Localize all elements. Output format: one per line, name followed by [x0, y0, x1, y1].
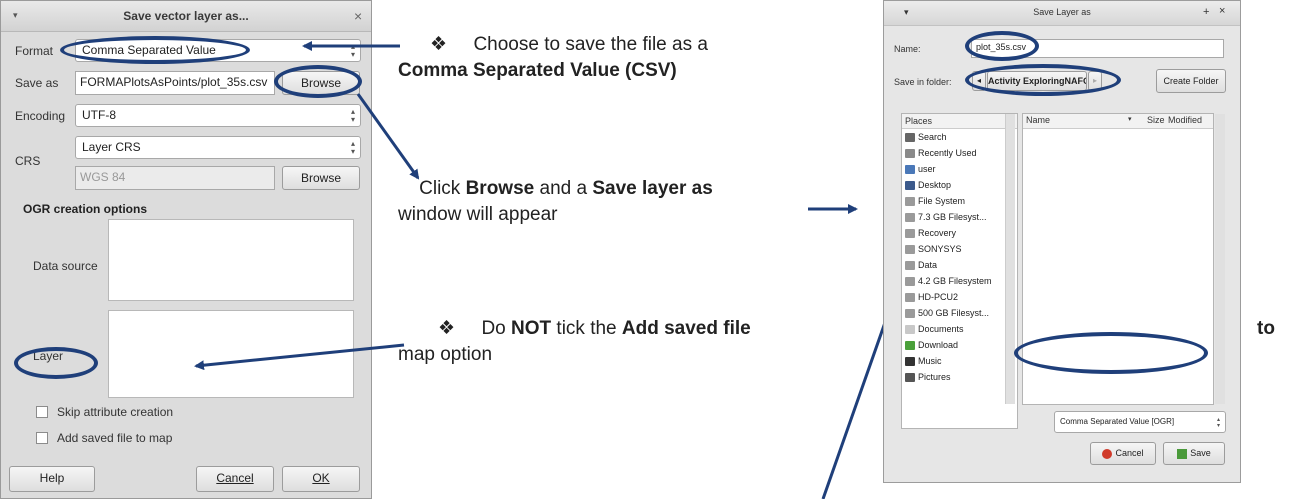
annotation-map-option: map option — [398, 344, 493, 365]
cancel-icon — [1102, 448, 1113, 459]
spin-arrows-icon: ▴▾ — [1216, 417, 1220, 429]
annotation-text: and a — [534, 178, 593, 199]
place-label: Search — [918, 132, 947, 142]
place-label: Desktop — [918, 180, 952, 190]
right-cancel-button[interactable]: Cancel — [1090, 442, 1156, 465]
place-label: 4.2 GB Filesystem — [918, 276, 992, 286]
annotation-text: Add saved file — [621, 318, 751, 339]
arrow-from-browse — [356, 93, 420, 180]
place-item[interactable]: File System — [905, 193, 1017, 209]
annotation-browse: Click Browse and a Save layer as window … — [398, 176, 713, 228]
save-icon — [1177, 448, 1188, 459]
bullet-icon: ❖ — [438, 318, 456, 339]
place-item[interactable]: Desktop — [905, 177, 1017, 193]
place-item[interactable]: HD-PCU2 — [905, 289, 1017, 305]
drive-icon — [905, 245, 915, 255]
drive-icon — [905, 229, 915, 239]
place-label: Data — [918, 260, 938, 270]
name-column-header[interactable]: Name — [1026, 115, 1050, 125]
bullet-icon: ❖ — [430, 34, 448, 55]
home-icon — [905, 165, 915, 175]
place-item[interactable]: Download — [905, 337, 1017, 353]
annotation-text: Save layer as — [592, 178, 713, 199]
place-label: Music — [918, 356, 942, 366]
drive-icon — [905, 277, 915, 287]
folder-icon — [905, 325, 915, 335]
pin-icon[interactable]: + — [1203, 6, 1209, 18]
file-type-filter-select[interactable]: Comma Separated Value [OGR] ▴ ▾ — [1054, 411, 1226, 433]
create-folder-button[interactable]: Create Folder — [1156, 69, 1226, 93]
places-header[interactable]: Places — [902, 114, 1017, 129]
place-item[interactable]: 4.2 GB Filesystem — [905, 273, 1017, 289]
place-item[interactable]: Search — [905, 129, 1017, 145]
annotation-text: Browse — [465, 178, 535, 199]
save-in-folder-label: Save in folder: — [894, 77, 952, 87]
drive-icon — [905, 213, 915, 223]
save-label: Save — [1190, 448, 1211, 458]
place-label: File System — [918, 196, 966, 206]
annotation-text: NOT — [511, 318, 552, 339]
place-item[interactable]: 500 GB Filesyst... — [905, 305, 1017, 321]
file-list-scrollbar[interactable] — [1215, 114, 1225, 404]
file-list-header: Name ▾ Size Modified — [1023, 114, 1213, 129]
annotation-add-saved: ❖ Do NOT tick the Add saved file — [438, 316, 751, 342]
place-label: 7.3 GB Filesyst... — [918, 212, 987, 222]
desktop-icon — [905, 181, 915, 191]
drive-icon — [905, 261, 915, 271]
dialog-titlebar: ▾ Save Layer as + × — [884, 1, 1240, 26]
annotation-text: Choose to save the file as a — [473, 34, 708, 55]
annotation-text: Comma Separated Value (CSV) — [398, 60, 677, 81]
arrow-to-layer — [194, 343, 405, 371]
annotation-text: tick the — [551, 318, 622, 339]
place-label: SONYSYS — [918, 244, 962, 254]
place-label: Recently Used — [918, 148, 977, 158]
place-label: HD-PCU2 — [918, 292, 959, 302]
recent-icon — [905, 149, 915, 159]
sort-down-icon: ▾ — [1128, 116, 1132, 123]
annotation-text: Do — [481, 318, 512, 339]
places-pane: Places Search Recently Used user Desktop Fil… — [901, 113, 1018, 429]
modified-column-header[interactable]: Modified — [1168, 115, 1202, 125]
download-icon — [905, 341, 915, 351]
place-item[interactable]: Pictures — [905, 369, 1017, 385]
name-label: Name: — [894, 44, 921, 54]
annotation-text: Click — [419, 178, 466, 199]
filter-value: Comma Separated Value [OGR] — [1060, 417, 1175, 426]
highlight-folder-ellipse — [965, 64, 1121, 96]
place-label: user — [918, 164, 936, 174]
annotation-to: to — [1257, 318, 1275, 339]
annotation-format: ❖ Choose to save the file as a Comma Sep… — [398, 32, 708, 84]
place-item[interactable]: Music — [905, 353, 1017, 369]
close-icon[interactable]: × — [1219, 5, 1225, 17]
places-list: Search Recently Used user Desktop File Syste… — [902, 129, 1017, 385]
place-item[interactable]: Documents — [905, 321, 1017, 337]
place-item[interactable]: SONYSYS — [905, 241, 1017, 257]
right-save-button[interactable]: Save — [1163, 442, 1225, 465]
highlight-checkbox-ellipse — [1014, 332, 1208, 374]
place-item[interactable]: Recently Used — [905, 145, 1017, 161]
drive-icon — [905, 293, 915, 303]
place-label: Recovery — [918, 228, 957, 238]
places-scrollbar[interactable] — [1005, 114, 1015, 404]
place-item[interactable]: user — [905, 161, 1017, 177]
place-item[interactable]: 7.3 GB Filesyst... — [905, 209, 1017, 225]
place-item[interactable]: Data — [905, 257, 1017, 273]
dialog-title: Save Layer as — [1033, 7, 1091, 17]
pictures-icon — [905, 373, 915, 383]
drive-icon — [905, 197, 915, 207]
drive-icon — [905, 309, 915, 319]
music-icon — [905, 357, 915, 367]
size-column-header[interactable]: Size — [1147, 115, 1165, 125]
place-label: Pictures — [918, 372, 951, 382]
annotation-text: window will appear — [398, 204, 558, 225]
place-item[interactable]: Recovery — [905, 225, 1017, 241]
place-label: Download — [918, 340, 959, 350]
search-icon — [905, 133, 915, 143]
place-label: Documents — [918, 324, 964, 334]
place-label: 500 GB Filesyst... — [918, 308, 990, 318]
highlight-filename-ellipse — [965, 31, 1039, 61]
cancel-label: Cancel — [1115, 448, 1144, 458]
